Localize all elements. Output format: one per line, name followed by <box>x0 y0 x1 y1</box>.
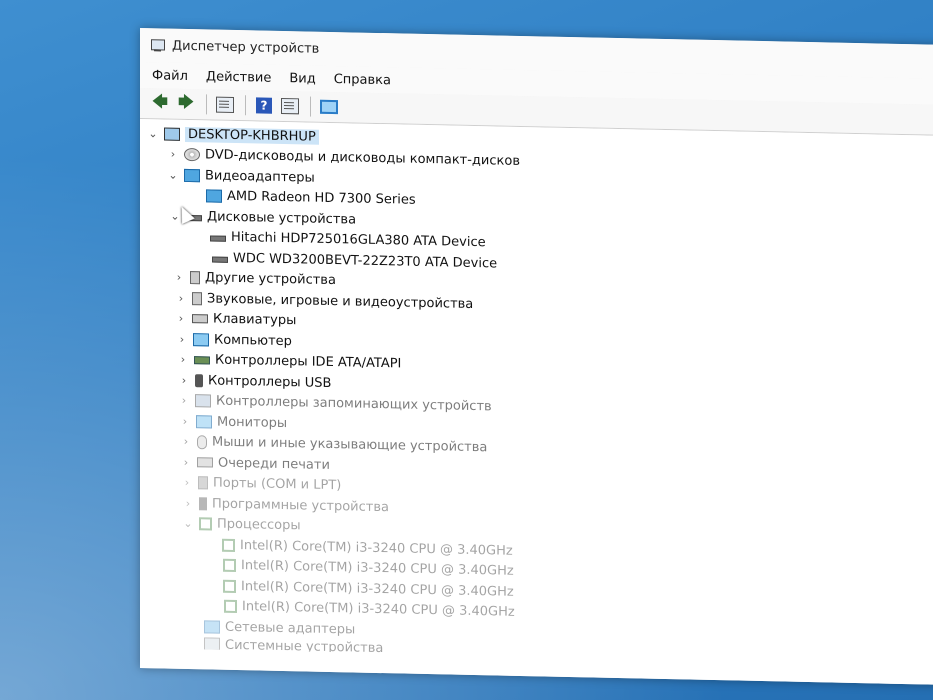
network-adapter-icon <box>204 620 220 634</box>
device-manager-icon <box>150 38 166 52</box>
tree-item-label: WDC WD3200BEVT-22Z23T0 ATA Device <box>233 250 498 272</box>
disk-drive-icon <box>210 235 226 243</box>
speaker-icon <box>192 291 202 306</box>
computer-icon <box>164 127 180 141</box>
chevron-right-icon[interactable]: › <box>177 374 191 387</box>
tree-item-label: Intel(R) Core(TM) i3-3240 CPU @ 3.40GHz <box>241 558 514 580</box>
tree-item-label: AMD Radeon HD 7300 Series <box>227 189 416 209</box>
tree-item-label: Программные устройства <box>212 496 389 515</box>
tree-item-label: Intel(R) Core(TM) i3-3240 CPU @ 3.40GHz <box>241 578 514 600</box>
chevron-right-icon[interactable]: › <box>166 148 180 161</box>
tree-item-label: Мониторы <box>217 414 288 431</box>
disk-drive-icon <box>212 256 228 263</box>
display-adapter-icon <box>206 189 222 203</box>
properties-button[interactable] <box>213 94 237 117</box>
chevron-right-icon[interactable]: › <box>176 353 190 366</box>
forward-arrow-icon[interactable]: 🡆 <box>174 92 198 116</box>
keyboard-icon <box>192 314 208 324</box>
tree-item-label: Intel(R) Core(TM) i3-3240 CPU @ 3.40GHz <box>242 599 515 621</box>
chevron-right-icon[interactable]: › <box>172 271 186 284</box>
scan-hardware-button[interactable] <box>317 96 341 119</box>
help-icon: ? <box>256 97 272 114</box>
root-label: DESKTOP-KHBRHUP <box>185 126 319 145</box>
other-devices-icon <box>190 271 200 285</box>
software-device-icon <box>199 496 207 511</box>
chevron-right-icon[interactable]: › <box>174 291 188 305</box>
help-button[interactable]: ? <box>252 94 276 117</box>
printer-icon <box>197 457 213 468</box>
tree-item-label: Контроллеры USB <box>208 373 332 391</box>
tree-item-label: Сетевые адаптеры <box>225 619 356 638</box>
chevron-right-icon[interactable]: › <box>179 456 193 469</box>
monitor-icon <box>196 414 212 429</box>
menu-action[interactable]: Действие <box>206 69 271 85</box>
usb-icon <box>195 373 203 388</box>
chevron-right-icon[interactable]: › <box>181 497 195 510</box>
chevron-right-icon[interactable]: › <box>180 476 194 489</box>
back-arrow-icon[interactable]: 🡄 <box>148 92 172 115</box>
minimize-button[interactable]: — <box>920 46 933 77</box>
dvd-drive-icon <box>184 148 200 162</box>
chevron-right-icon[interactable]: › <box>178 415 192 428</box>
tree-item-label: Звуковые, игровые и видеоустройства <box>207 291 474 312</box>
chevron-right-icon[interactable]: › <box>177 394 191 407</box>
tree-item-label: Порты (COM и LPT) <box>213 475 342 494</box>
properties-icon <box>216 96 234 113</box>
processor-icon <box>224 600 237 614</box>
processor-icon <box>223 558 236 573</box>
tree-item-label: Intel(R) Core(TM) i3-3240 CPU @ 3.40GHz <box>240 537 513 559</box>
tree-item-label: Дисковые устройства <box>207 209 357 228</box>
chevron-down-icon[interactable]: ⌄ <box>166 168 180 181</box>
processor-icon <box>199 517 212 531</box>
processor-icon <box>222 538 235 552</box>
tree-item-label: Системные устройства <box>225 637 384 656</box>
list-view-icon <box>281 97 299 115</box>
chevron-down-icon[interactable]: ⌄ <box>181 517 195 530</box>
toolbar-separator <box>310 96 311 117</box>
tree-item-label: Очереди печати <box>218 455 330 473</box>
chevron-right-icon[interactable]: › <box>179 435 193 448</box>
device-tree: ⌄ DESKTOP-KHBRHUP › DVD-дисководы и диск… <box>140 119 933 686</box>
storage-controller-icon <box>195 394 211 408</box>
toolbar-separator <box>206 94 207 115</box>
menu-help[interactable]: Справка <box>334 72 391 88</box>
tree-item-label: Процессоры <box>217 516 301 534</box>
list-view-button[interactable] <box>278 95 302 118</box>
port-icon <box>198 476 208 490</box>
chevron-right-icon[interactable]: › <box>174 312 188 325</box>
system-device-icon <box>204 636 220 651</box>
ide-controller-icon <box>194 355 210 365</box>
processor-icon <box>223 579 236 593</box>
tree-item-label: Hitachi HDP725016GLA380 ATA Device <box>231 230 486 251</box>
chevron-down-icon[interactable]: ⌄ <box>146 127 160 140</box>
tree-item-label: Другие устройства <box>205 270 336 289</box>
menu-file[interactable]: Файл <box>152 68 188 84</box>
display-adapter-icon <box>184 168 200 183</box>
toolbar-separator <box>245 95 246 116</box>
window-controls: — <box>920 46 933 77</box>
tree-item-label: Видеоадаптеры <box>205 168 315 186</box>
mouse-icon <box>197 434 207 450</box>
tree-item-label: Клавиатуры <box>213 311 297 329</box>
tree-item-label: Контроллеры IDE ATA/ATAPI <box>215 352 402 372</box>
menu-view[interactable]: Вид <box>289 71 315 87</box>
tree-item-label: Компьютер <box>214 332 292 349</box>
monitor-icon <box>320 99 338 115</box>
computer-icon <box>193 332 209 347</box>
device-manager-window: Диспетчер устройств — Файл Действие Вид … <box>140 28 933 686</box>
chevron-right-icon[interactable]: › <box>175 332 189 346</box>
